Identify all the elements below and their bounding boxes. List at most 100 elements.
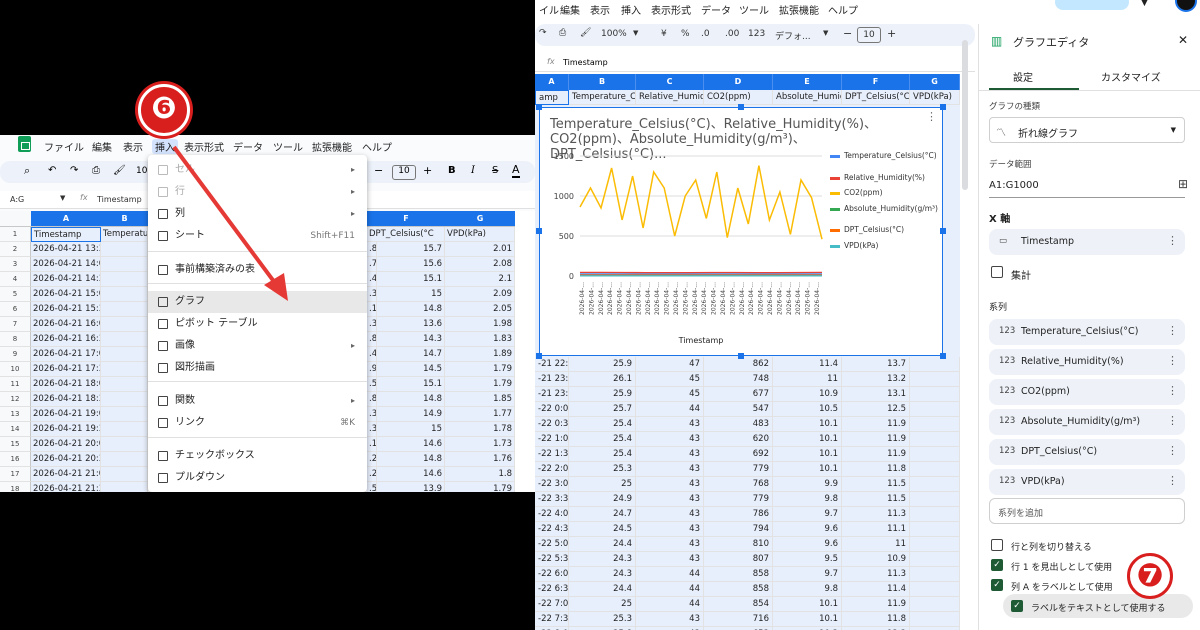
- table-cell[interactable]: 25: [569, 597, 636, 612]
- font-select[interactable]: デフォ...: [775, 29, 811, 42]
- decrease-decimal-button[interactable]: .0: [701, 29, 710, 39]
- table-cell[interactable]: 9.6: [773, 537, 842, 552]
- resize-handle[interactable]: [738, 104, 744, 110]
- table-cell[interactable]: VPD(kPa): [910, 90, 960, 105]
- col-header-g[interactable]: G: [910, 74, 960, 90]
- col-header-g[interactable]: G: [445, 211, 515, 227]
- font-decrease-button[interactable]: −: [374, 164, 383, 177]
- table-cell[interactable]: 24.3: [569, 552, 636, 567]
- labels-as-text-checkbox[interactable]: ✓: [1011, 600, 1023, 612]
- table-cell[interactable]: 10.1: [773, 612, 842, 627]
- table-cell[interactable]: 677: [704, 387, 773, 402]
- table-cell[interactable]: -22 5:39: [535, 552, 569, 567]
- table-cell[interactable]: 44: [636, 567, 704, 582]
- col-header-a[interactable]: A: [535, 74, 569, 90]
- table-cell[interactable]: 43: [636, 612, 704, 627]
- table-cell[interactable]: 10.5: [773, 402, 842, 417]
- table-cell[interactable]: 25.9: [569, 357, 636, 372]
- menu-help[interactable]: ヘルプ: [828, 2, 858, 17]
- table-cell[interactable]: 11.8: [842, 612, 910, 627]
- table-cell[interactable]: 47: [636, 357, 704, 372]
- row-number[interactable]: 17: [0, 467, 31, 482]
- table-cell[interactable]: 24.7: [569, 507, 636, 522]
- series-item[interactable]: 123 CO2(ppm) ⋮: [989, 379, 1185, 405]
- menu-item-pivot-table[interactable]: ピボット テーブル: [148, 313, 367, 335]
- table-cell[interactable]: 779: [704, 492, 773, 507]
- formula-input[interactable]: Timestamp: [563, 58, 608, 67]
- table-cell[interactable]: Timestamp: [31, 227, 101, 242]
- table-cell[interactable]: 43: [636, 537, 704, 552]
- col-header-a[interactable]: A: [31, 211, 101, 227]
- col-header-e[interactable]: E: [773, 74, 842, 90]
- table-cell[interactable]: .5: [367, 482, 377, 492]
- percent-button[interactable]: %: [681, 29, 690, 39]
- more-vert-icon[interactable]: ⋮: [1167, 354, 1178, 367]
- menu-item-checkbox[interactable]: チェックボックス: [148, 445, 367, 467]
- table-cell[interactable]: 9.6: [773, 522, 842, 537]
- table-cell[interactable]: 11: [773, 372, 842, 387]
- table-cell[interactable]: [910, 567, 960, 582]
- table-cell[interactable]: 13.7: [842, 357, 910, 372]
- print-icon[interactable]: ⎙: [92, 165, 100, 176]
- row-number[interactable]: 3: [0, 257, 31, 272]
- table-cell[interactable]: 12.5: [842, 402, 910, 417]
- table-cell[interactable]: 547: [704, 402, 773, 417]
- table-cell[interactable]: -22 0:09: [535, 402, 569, 417]
- data-range-input[interactable]: A1:G1000: [989, 180, 1039, 191]
- tab-customize[interactable]: カスタマイズ: [1101, 69, 1161, 84]
- table-cell[interactable]: [101, 332, 148, 347]
- table-cell[interactable]: 25.3: [569, 612, 636, 627]
- tab-settings[interactable]: 設定: [1013, 69, 1033, 84]
- table-cell[interactable]: 779: [704, 462, 773, 477]
- table-cell[interactable]: Temperature: [101, 227, 148, 242]
- table-cell[interactable]: 692: [704, 447, 773, 462]
- table-cell[interactable]: 10.1: [773, 432, 842, 447]
- table-cell[interactable]: [101, 347, 148, 362]
- table-cell[interactable]: 13.2: [842, 372, 910, 387]
- font-decrease-button[interactable]: −: [843, 27, 852, 40]
- table-cell[interactable]: 24.4: [569, 537, 636, 552]
- table-cell[interactable]: [910, 402, 960, 417]
- table-cell[interactable]: -22 6:39: [535, 582, 569, 597]
- paint-format-icon[interactable]: 🖌: [580, 28, 591, 38]
- menu-format[interactable]: 表示形式: [651, 2, 691, 17]
- table-cell[interactable]: 1.83: [445, 332, 515, 347]
- table-cell[interactable]: .3: [367, 317, 377, 332]
- table-cell[interactable]: 43: [636, 417, 704, 432]
- table-cell[interactable]: 2026-04-21 17:3: [31, 362, 101, 377]
- table-cell[interactable]: [101, 287, 148, 302]
- table-cell[interactable]: 1.77: [445, 407, 515, 422]
- menu-extensions[interactable]: 拡張機能: [312, 139, 352, 154]
- table-cell[interactable]: 1.8: [445, 467, 515, 482]
- chevron-down-icon[interactable]: ▼: [1141, 0, 1148, 8]
- table-cell[interactable]: 810: [704, 537, 773, 552]
- table-cell[interactable]: 1.78: [445, 422, 515, 437]
- table-cell[interactable]: 2026-04-21 20:0: [31, 437, 101, 452]
- row-number[interactable]: 15: [0, 437, 31, 452]
- redo-icon[interactable]: ↷: [539, 28, 547, 38]
- table-cell[interactable]: -22 6:09: [535, 567, 569, 582]
- table-cell[interactable]: 24.4: [569, 582, 636, 597]
- table-cell[interactable]: [910, 417, 960, 432]
- table-cell[interactable]: 25.9: [569, 387, 636, 402]
- series-item[interactable]: 123 VPD(kPa) ⋮: [989, 469, 1185, 495]
- table-cell[interactable]: [910, 372, 960, 387]
- table-cell[interactable]: 483: [704, 417, 773, 432]
- table-cell[interactable]: 9.8: [773, 492, 842, 507]
- table-cell[interactable]: 25.3: [569, 462, 636, 477]
- table-cell[interactable]: 10.1: [773, 417, 842, 432]
- col-header-f[interactable]: F: [842, 74, 910, 90]
- table-cell[interactable]: 9.9: [773, 477, 842, 492]
- table-cell[interactable]: 43: [636, 522, 704, 537]
- table-cell[interactable]: [101, 257, 148, 272]
- table-cell[interactable]: 10.1: [773, 462, 842, 477]
- table-cell[interactable]: .7: [367, 257, 377, 272]
- table-cell[interactable]: 11.9: [842, 447, 910, 462]
- table-cell[interactable]: 44: [636, 597, 704, 612]
- resize-handle[interactable]: [940, 353, 946, 359]
- table-cell[interactable]: 2026-04-21 21:3: [31, 482, 101, 492]
- table-cell[interactable]: 1.79: [445, 362, 515, 377]
- table-cell[interactable]: [101, 407, 148, 422]
- col-header-d[interactable]: D: [704, 74, 773, 90]
- row-number[interactable]: 2: [0, 242, 31, 257]
